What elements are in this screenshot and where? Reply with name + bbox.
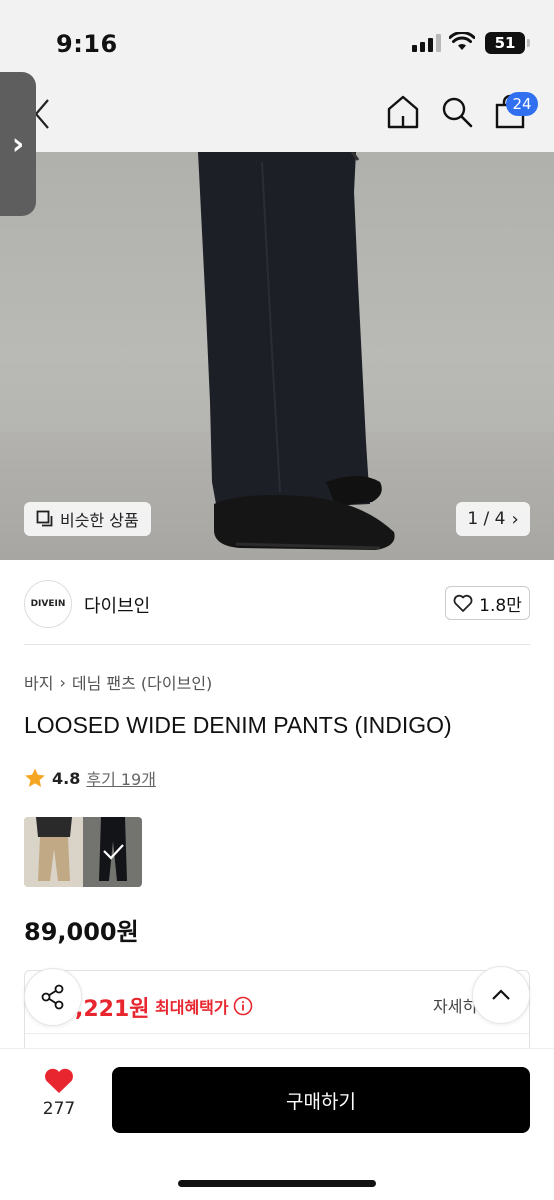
divider — [24, 644, 530, 645]
product-image[interactable] — [0, 152, 554, 560]
beige-pants-image — [24, 817, 83, 887]
similar-products-label: 비슷한 상품 — [60, 511, 139, 530]
breadcrumb: 바지 › 데님 팬츠 (다이브인) — [24, 670, 212, 694]
product-title: LOOSED WIDE DENIM PANTS (INDIGO) — [24, 712, 452, 738]
side-panel-handle[interactable]: › — [0, 72, 36, 216]
info-icon[interactable] — [233, 996, 253, 1016]
chevron-up-icon — [492, 989, 510, 1000]
home-icon[interactable] — [386, 94, 420, 130]
heart-icon — [45, 1068, 73, 1093]
chevron-right-icon: › — [11, 126, 25, 162]
heart-outline-icon — [453, 594, 473, 612]
benefit-price: ,221원 — [75, 997, 150, 1022]
cellular-signal-icon — [412, 34, 441, 52]
max-benefit-box[interactable]: ,221원 최대혜택가 자세히 — [24, 970, 530, 1060]
benefit-label-row: 최대혜택가 — [155, 994, 253, 1018]
image-pager[interactable]: 1 / 4 › — [456, 502, 530, 536]
product-price: 89,000원 — [24, 918, 139, 946]
status-bar: 9:16 51 — [0, 0, 554, 80]
color-option-indigo-selected[interactable] — [83, 817, 142, 887]
product-photo-pants — [198, 152, 395, 550]
brand-name[interactable]: 다이브인 — [84, 592, 150, 618]
divider — [25, 1033, 529, 1034]
buy-button[interactable]: 구매하기 — [112, 1067, 530, 1133]
status-time: 9:16 — [56, 30, 118, 58]
reviews-link[interactable]: 후기 19개 — [86, 766, 156, 790]
top-nav — [0, 80, 554, 152]
bottom-action-bar: 277 구매하기 — [0, 1048, 554, 1200]
copy-icon — [36, 510, 53, 527]
battery-icon: 51 — [485, 32, 530, 54]
search-icon[interactable] — [440, 94, 474, 130]
similar-products-button[interactable]: 비슷한 상품 — [24, 502, 151, 536]
breadcrumb-level1[interactable]: 바지 — [24, 670, 53, 694]
wishlist-count: 277 — [42, 1099, 76, 1119]
star-icon — [25, 768, 45, 787]
brand-like-button[interactable]: 1.8만 — [445, 586, 530, 620]
share-icon — [41, 984, 64, 1010]
pager-text: 1 / 4 — [467, 509, 506, 529]
rating-row: 4.8 후기 19개 — [24, 766, 156, 790]
chevron-right-icon: › — [59, 672, 66, 692]
wishlist-button[interactable]: 277 — [36, 1067, 82, 1127]
brand-like-count: 1.8만 — [479, 595, 522, 616]
indigo-pants-image — [83, 817, 142, 887]
color-option-thumbnail[interactable] — [24, 817, 142, 887]
benefit-label: 최대혜택가 — [155, 998, 229, 1017]
cart-count-badge: 24 — [506, 92, 538, 116]
chevron-right-icon: › — [511, 508, 519, 530]
share-button[interactable] — [24, 968, 82, 1026]
wifi-icon — [449, 32, 475, 50]
benefit-detail-link[interactable]: 자세히 — [433, 993, 477, 1017]
breadcrumb-level2[interactable]: 데님 팬츠 (다이브인) — [72, 670, 212, 694]
rating-value: 4.8 — [52, 768, 81, 788]
brand-row: DIVEIN 다이브인 1.8만 — [0, 560, 554, 646]
scroll-to-top-button[interactable] — [472, 966, 530, 1024]
home-indicator — [178, 1180, 376, 1187]
color-option-beige[interactable] — [24, 817, 83, 887]
brand-logo[interactable]: DIVEIN — [24, 580, 72, 628]
